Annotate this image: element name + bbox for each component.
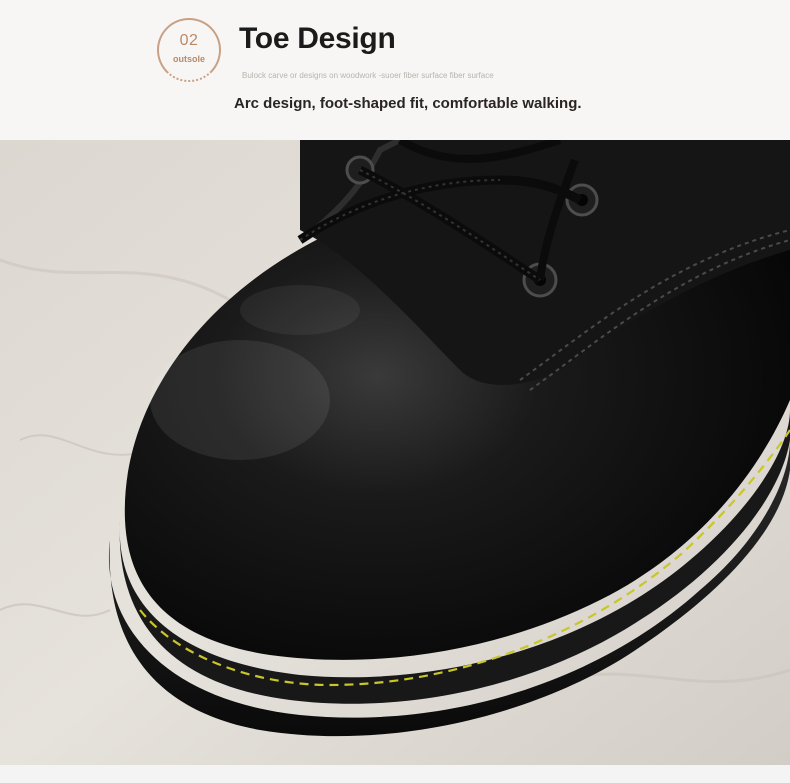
section-tagline: Arc design, foot-shaped fit, comfortable… bbox=[234, 95, 582, 112]
section-subtitle: Bulock carve or designs on woodwork -suo… bbox=[242, 71, 494, 80]
toe-highlight bbox=[150, 340, 330, 460]
boot-toe-image bbox=[0, 140, 790, 765]
product-photo bbox=[0, 140, 790, 765]
bottom-strip bbox=[0, 765, 790, 783]
badge-number: 02 bbox=[179, 32, 199, 49]
toe-highlight bbox=[240, 285, 360, 335]
badge-dotted-arc bbox=[157, 18, 221, 82]
section-title: Toe Design bbox=[239, 22, 396, 55]
badge-label: outsole bbox=[172, 54, 205, 64]
header-section: 02 outsole Toe Design Bulock carve or de… bbox=[0, 0, 790, 140]
